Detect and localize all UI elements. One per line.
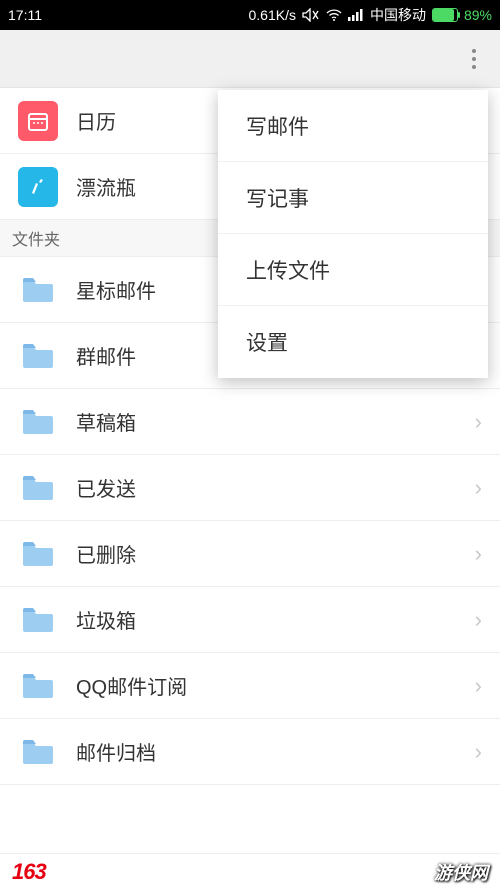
chevron-right-icon: › xyxy=(475,475,482,501)
folder-item[interactable]: 草稿箱› xyxy=(0,389,500,455)
folder-label: 草稿箱 xyxy=(76,407,475,436)
wifi-icon xyxy=(326,9,342,21)
menu-upload[interactable]: 上传文件 xyxy=(218,234,488,306)
folder-icon xyxy=(18,468,58,508)
folder-icon xyxy=(18,666,58,706)
folder-icon xyxy=(18,534,58,574)
dropdown-menu: 写邮件 写记事 上传文件 设置 xyxy=(218,90,488,378)
folder-label: 垃圾箱 xyxy=(76,605,475,634)
menu-note[interactable]: 写记事 xyxy=(218,162,488,234)
folder-icon xyxy=(18,402,58,442)
menu-upload-label: 上传文件 xyxy=(246,255,330,285)
folder-item[interactable]: 垃圾箱› xyxy=(0,587,500,653)
folder-item[interactable]: QQ邮件订阅› xyxy=(0,653,500,719)
app-header xyxy=(0,30,500,88)
folder-icon xyxy=(18,336,58,376)
folder-item[interactable]: 邮件归档› xyxy=(0,719,500,785)
folder-label: 已删除 xyxy=(76,539,475,568)
folder-icon xyxy=(18,732,58,772)
folder-label: 邮件归档 xyxy=(76,737,475,766)
chevron-right-icon: › xyxy=(475,673,482,699)
status-battery: 89% xyxy=(464,7,492,23)
folder-item[interactable]: 已发送› xyxy=(0,455,500,521)
status-speed: 0.61K/s xyxy=(248,7,295,23)
menu-compose[interactable]: 写邮件 xyxy=(218,90,488,162)
folder-item[interactable]: 已删除› xyxy=(0,521,500,587)
menu-settings[interactable]: 设置 xyxy=(218,306,488,378)
status-time: 17:11 xyxy=(8,7,42,23)
menu-compose-label: 写邮件 xyxy=(246,111,309,141)
calendar-icon xyxy=(18,101,58,141)
status-bar: 17:11 0.61K/s 中国移动 89% xyxy=(0,0,500,30)
status-carrier: 中国移动 xyxy=(370,5,426,25)
signal-icon xyxy=(348,9,364,21)
mute-icon xyxy=(302,8,320,22)
watermark: 游侠网 xyxy=(434,859,488,885)
chevron-right-icon: › xyxy=(475,409,482,435)
folder-icon xyxy=(18,600,58,640)
battery-icon xyxy=(432,8,458,22)
bottom-bar: 163 游侠网 xyxy=(0,853,500,889)
folder-label: 已发送 xyxy=(76,473,475,502)
folder-icon xyxy=(18,270,58,310)
chevron-right-icon: › xyxy=(475,739,482,765)
folder-label: QQ邮件订阅 xyxy=(76,671,475,700)
chevron-right-icon: › xyxy=(475,541,482,567)
menu-settings-label: 设置 xyxy=(246,327,288,357)
brand-logo: 163 xyxy=(12,859,46,885)
chevron-right-icon: › xyxy=(475,607,482,633)
menu-note-label: 写记事 xyxy=(246,183,309,213)
more-button[interactable] xyxy=(462,47,486,71)
bottle-icon xyxy=(18,167,58,207)
